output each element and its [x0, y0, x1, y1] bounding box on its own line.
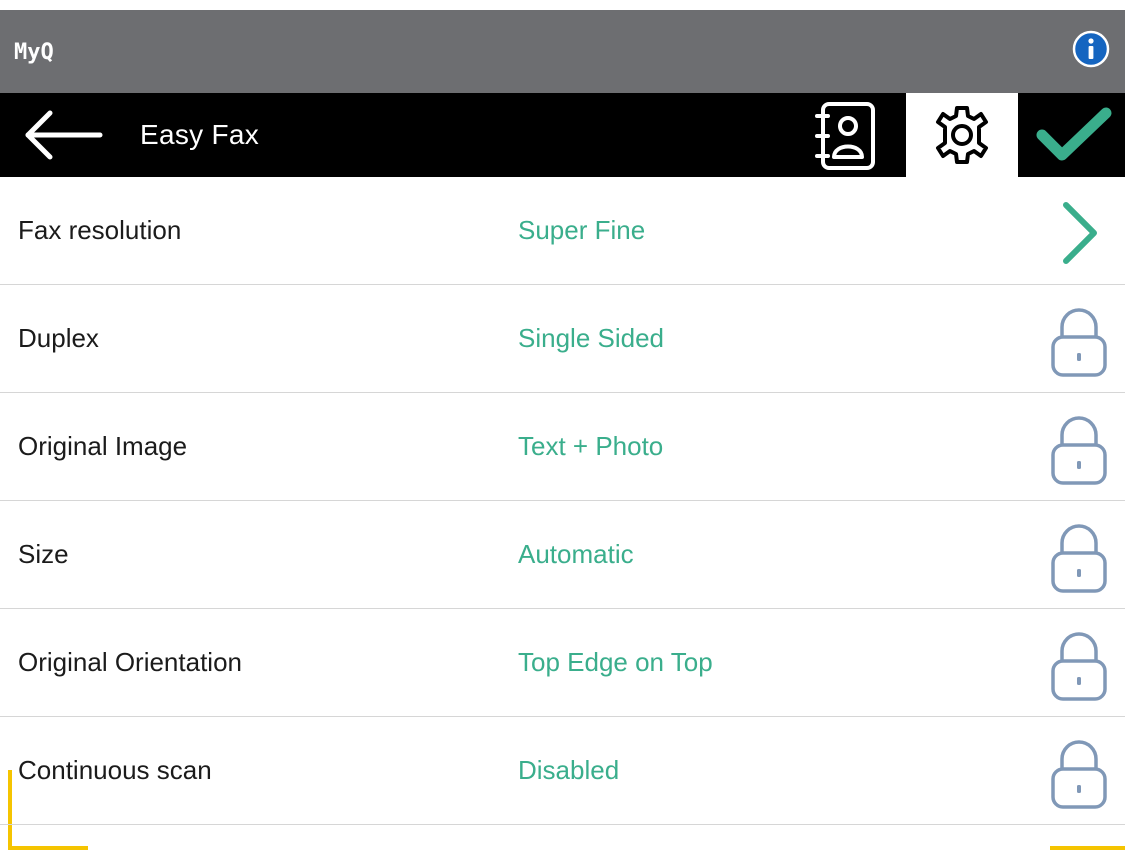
- lock-icon: [1051, 524, 1107, 593]
- address-book-button[interactable]: [808, 99, 882, 173]
- setting-label: Size: [18, 539, 69, 569]
- navigation-bar: Easy Fax: [0, 93, 1125, 177]
- setting-value: Super Fine: [518, 215, 646, 245]
- setting-value: Text + Photo: [518, 431, 664, 461]
- setting-label: Fax resolution: [18, 215, 182, 245]
- setting-value: Automatic: [518, 539, 634, 569]
- settings-list: Fax resolution Super Fine Duplex Single …: [0, 177, 1125, 825]
- confirm-button[interactable]: [1030, 103, 1116, 167]
- setting-value: Top Edge on Top: [518, 647, 713, 677]
- lock-icon: [1051, 740, 1107, 809]
- corner-mark-bottom-right-h: [1050, 846, 1125, 850]
- setting-label: Original Image: [18, 431, 188, 461]
- setting-value: Single Sided: [518, 323, 664, 353]
- setting-row-duplex[interactable]: Duplex Single Sided: [0, 285, 1125, 393]
- setting-label: Continuous scan: [18, 755, 212, 785]
- lock-icon: [1051, 416, 1107, 485]
- setting-value: Disabled: [518, 755, 620, 785]
- app-header: MyQ: [0, 10, 1125, 93]
- address-book-icon: [815, 102, 875, 170]
- chevron-right-icon[interactable]: [1044, 187, 1114, 277]
- setting-row-original-image[interactable]: Original Image Text + Photo: [0, 393, 1125, 501]
- lock-icon: [1051, 632, 1107, 701]
- checkmark-icon: [1036, 107, 1112, 161]
- setting-label: Original Orientation: [18, 647, 242, 677]
- back-button[interactable]: [22, 109, 104, 161]
- screen-title: Easy Fax: [140, 119, 260, 150]
- setting-row-continuous-scan[interactable]: Continuous scan Disabled: [0, 717, 1125, 825]
- setting-row-original-orientation[interactable]: Original Orientation Top Edge on Top: [0, 609, 1125, 717]
- setting-row-size[interactable]: Size Automatic: [0, 501, 1125, 609]
- lock-icon: [1051, 308, 1107, 377]
- info-icon[interactable]: [1072, 30, 1110, 68]
- setting-label: Duplex: [18, 323, 99, 353]
- gear-icon: [936, 106, 988, 164]
- setting-row-fax-resolution[interactable]: Fax resolution Super Fine: [0, 177, 1125, 285]
- back-arrow-icon: [25, 110, 103, 160]
- settings-tab[interactable]: [906, 93, 1018, 177]
- corner-mark-bottom-left-h: [8, 846, 88, 850]
- app-title: MyQ: [14, 40, 54, 65]
